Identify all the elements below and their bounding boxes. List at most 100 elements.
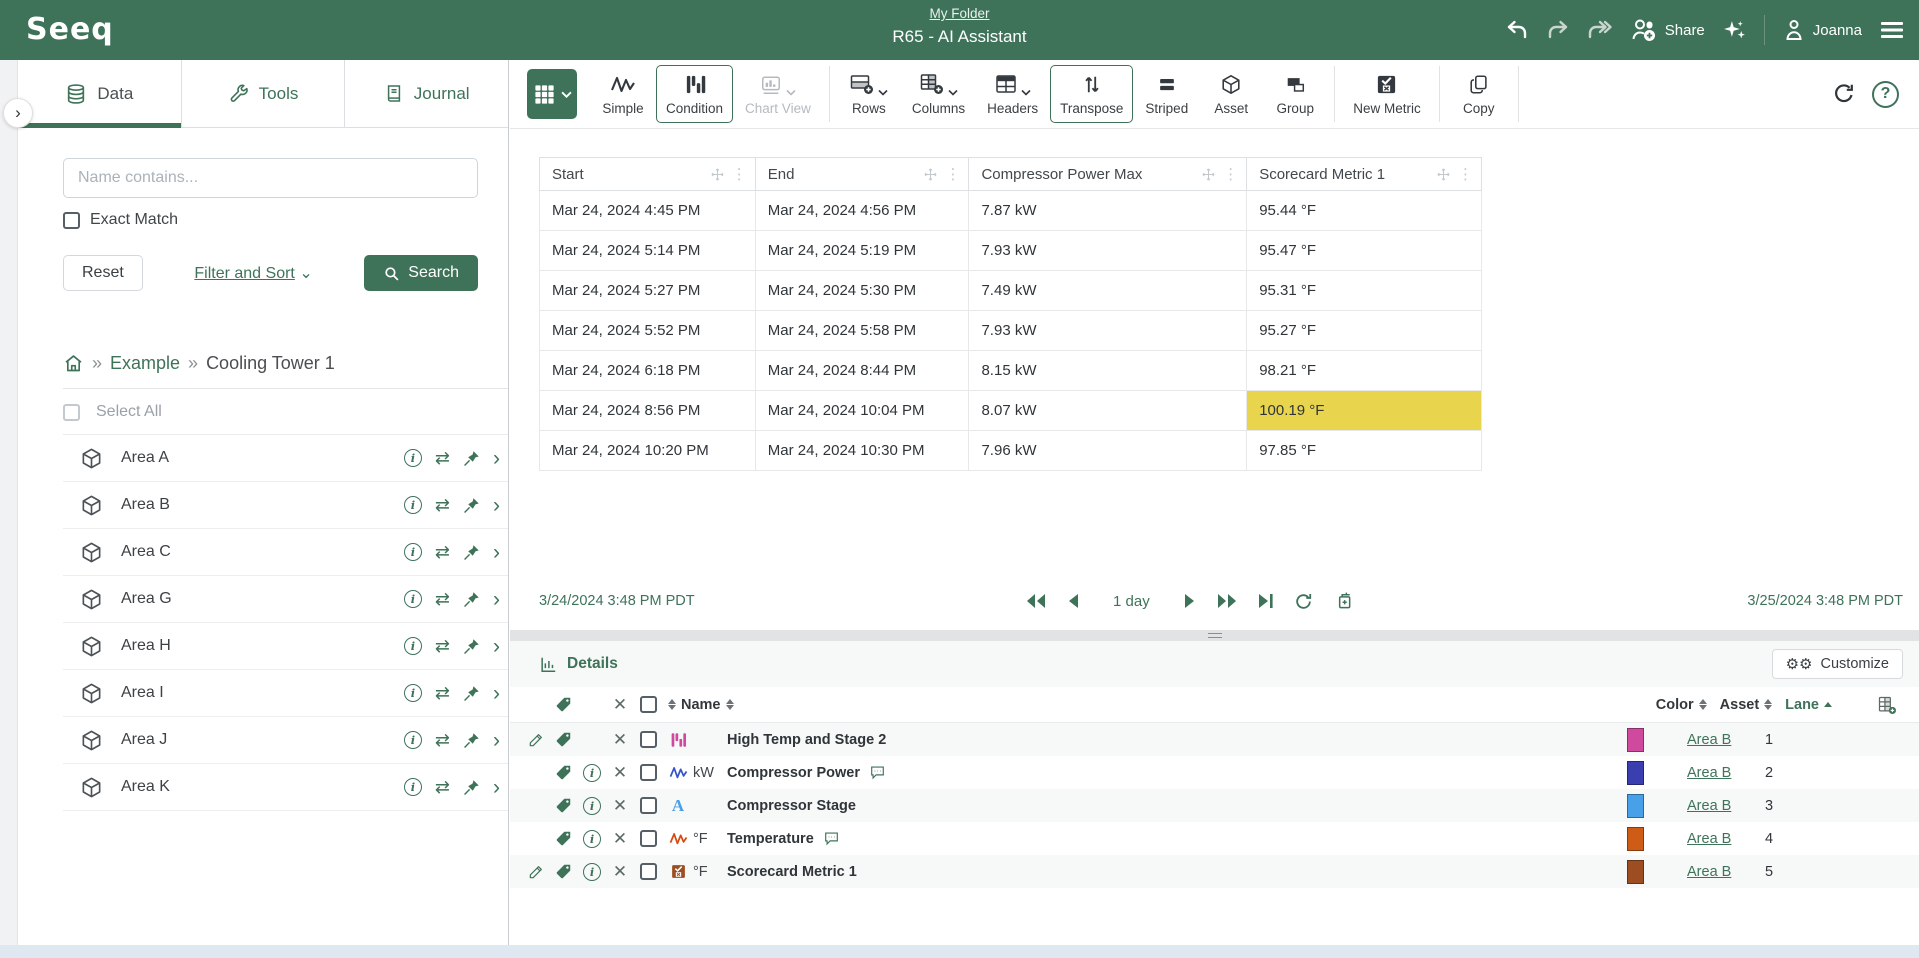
group-button[interactable]: Group	[1264, 65, 1326, 123]
tab-data[interactable]: Data	[18, 60, 182, 127]
select-all-checkbox[interactable]	[63, 404, 80, 421]
cell-end[interactable]: Mar 24, 2024 4:56 PM	[755, 191, 969, 231]
step-back-double-icon[interactable]	[1025, 592, 1047, 610]
share-button[interactable]: Share	[1630, 17, 1705, 43]
info-icon[interactable]: i	[404, 590, 422, 608]
splitter-grip[interactable]	[1208, 633, 1222, 638]
info-icon[interactable]: i	[404, 731, 422, 749]
cell-start[interactable]: Mar 24, 2024 5:14 PM	[540, 231, 756, 271]
details-row[interactable]: i ✕ kW Compressor Power Area B 2	[510, 756, 1919, 789]
duration-label[interactable]: 1 day	[1113, 593, 1150, 610]
row-checkbox[interactable]	[640, 731, 657, 748]
undo-icon[interactable]	[1505, 18, 1529, 42]
new-metric-button[interactable]: New Metric	[1343, 65, 1431, 123]
color-swatch[interactable]	[1627, 860, 1644, 884]
edit-pencil-icon[interactable]	[523, 864, 549, 880]
condition-table-row[interactable]: Mar 24, 2024 5:27 PM Mar 24, 2024 5:30 P…	[540, 271, 1482, 311]
cell-end[interactable]: Mar 24, 2024 8:44 PM	[755, 351, 969, 391]
column-header-end[interactable]: End ⋮	[755, 158, 969, 191]
step-back-icon[interactable]	[1067, 592, 1079, 610]
color-swatch[interactable]	[1627, 827, 1644, 851]
sidebar-collapse-strip[interactable]	[0, 60, 18, 945]
edit-pencil-icon[interactable]	[523, 732, 549, 748]
swap-asset-icon[interactable]: ⇄	[435, 449, 450, 467]
swap-asset-icon[interactable]: ⇄	[435, 496, 450, 514]
condition-table-row[interactable]: Mar 24, 2024 5:52 PM Mar 24, 2024 5:58 P…	[540, 311, 1482, 351]
info-icon[interactable]: i	[583, 797, 601, 815]
sort-asset-control[interactable]	[1764, 699, 1772, 710]
transpose-button[interactable]: Transpose	[1050, 65, 1133, 123]
hamburger-menu-icon[interactable]	[1879, 19, 1905, 41]
column-header-start[interactable]: Start ⋮	[540, 158, 756, 191]
search-button[interactable]: Search	[364, 255, 478, 291]
details-row[interactable]: i ✕ °F Scorecard Metric 1 Area B 5	[510, 855, 1919, 888]
remove-item-icon[interactable]: ✕	[607, 730, 633, 750]
exact-match-checkbox[interactable]: Exact Match	[63, 211, 508, 229]
view-selector-button[interactable]	[527, 69, 577, 119]
move-icon[interactable]	[1201, 167, 1216, 182]
pin-icon[interactable]	[463, 732, 480, 749]
range-end-datetime[interactable]: 3/25/2024 3:48 PM PDT	[1718, 593, 1919, 609]
asset-link[interactable]: Area B	[1687, 798, 1731, 814]
cell-scorecard-metric-1[interactable]: 95.44 °F	[1247, 191, 1482, 231]
info-icon[interactable]: i	[404, 778, 422, 796]
step-to-end-icon[interactable]	[1258, 592, 1274, 610]
cell-compressor-power-max[interactable]: 7.96 kW	[969, 431, 1247, 471]
redo-all-icon[interactable]	[1587, 18, 1613, 42]
row-checkbox[interactable]	[640, 764, 657, 781]
cell-compressor-power-max[interactable]: 7.93 kW	[969, 231, 1247, 271]
rows-button[interactable]: Rows	[838, 65, 900, 123]
cell-end[interactable]: Mar 24, 2024 5:19 PM	[755, 231, 969, 271]
pin-icon[interactable]	[463, 685, 480, 702]
details-row[interactable]: i ✕ °F Temperature Area B 4	[510, 822, 1919, 855]
simple-table-button[interactable]: Simple	[592, 65, 654, 123]
add-column-icon[interactable]	[1877, 695, 1897, 715]
swap-asset-icon[interactable]: ⇄	[435, 778, 450, 796]
info-icon[interactable]: i	[404, 543, 422, 561]
color-column-header[interactable]: Color	[1656, 697, 1694, 713]
info-icon[interactable]: i	[404, 449, 422, 467]
color-swatch[interactable]	[1627, 794, 1644, 818]
search-input[interactable]	[63, 158, 478, 198]
customize-button[interactable]: ⚙⚙ Customize	[1772, 649, 1903, 679]
cell-start[interactable]: Mar 24, 2024 6:18 PM	[540, 351, 756, 391]
asset-list-item[interactable]: Area J i ⇄ ›	[63, 717, 508, 764]
info-icon[interactable]: i	[404, 637, 422, 655]
cell-start[interactable]: Mar 24, 2024 8:56 PM	[540, 391, 756, 431]
swap-asset-icon[interactable]: ⇄	[435, 684, 450, 702]
drilldown-chevron-icon[interactable]: ›	[493, 777, 500, 798]
sidebar-collapse-button[interactable]: ›	[3, 98, 33, 128]
help-icon[interactable]: ?	[1872, 81, 1899, 108]
drilldown-chevron-icon[interactable]: ›	[493, 730, 500, 751]
info-icon[interactable]: i	[583, 764, 601, 782]
redo-icon[interactable]	[1546, 18, 1570, 42]
tag-icon[interactable]	[549, 797, 577, 814]
asset-list-item[interactable]: Area I i ⇄ ›	[63, 670, 508, 717]
details-row[interactable]: i ✕ A Compressor Stage Area B 3	[510, 789, 1919, 822]
asset-list-item[interactable]: Area K i ⇄ ›	[63, 764, 508, 811]
drag-handle-icon[interactable]: ⋮	[1223, 165, 1238, 183]
drilldown-chevron-icon[interactable]: ›	[493, 495, 500, 516]
drag-handle-icon[interactable]: ⋮	[945, 165, 960, 183]
drag-handle-icon[interactable]: ⋮	[1458, 165, 1473, 183]
drilldown-chevron-icon[interactable]: ›	[493, 636, 500, 657]
columns-button[interactable]: Columns	[902, 65, 975, 123]
cell-scorecard-metric-1[interactable]: 95.47 °F	[1247, 231, 1482, 271]
cell-compressor-power-max[interactable]: 7.93 kW	[969, 311, 1247, 351]
asset-button[interactable]: Asset	[1200, 65, 1262, 123]
asset-link[interactable]: Area B	[1687, 765, 1731, 781]
swap-asset-icon[interactable]: ⇄	[435, 543, 450, 561]
info-icon[interactable]: i	[583, 863, 601, 881]
row-checkbox[interactable]	[640, 830, 657, 847]
tag-icon[interactable]	[549, 863, 577, 880]
details-row[interactable]: i ✕ High Temp and Stage 2 Area B 1	[510, 723, 1919, 756]
cell-compressor-power-max[interactable]: 8.15 kW	[969, 351, 1247, 391]
cell-start[interactable]: Mar 24, 2024 5:52 PM	[540, 311, 756, 351]
cell-end[interactable]: Mar 24, 2024 10:04 PM	[755, 391, 969, 431]
row-checkbox[interactable]	[640, 797, 657, 814]
pin-icon[interactable]	[463, 497, 480, 514]
range-start-datetime[interactable]: 3/24/2024 3:48 PM PDT	[510, 593, 840, 609]
cell-scorecard-metric-1[interactable]: 95.31 °F	[1247, 271, 1482, 311]
color-swatch[interactable]	[1627, 728, 1644, 752]
exact-match-box[interactable]	[63, 212, 80, 229]
